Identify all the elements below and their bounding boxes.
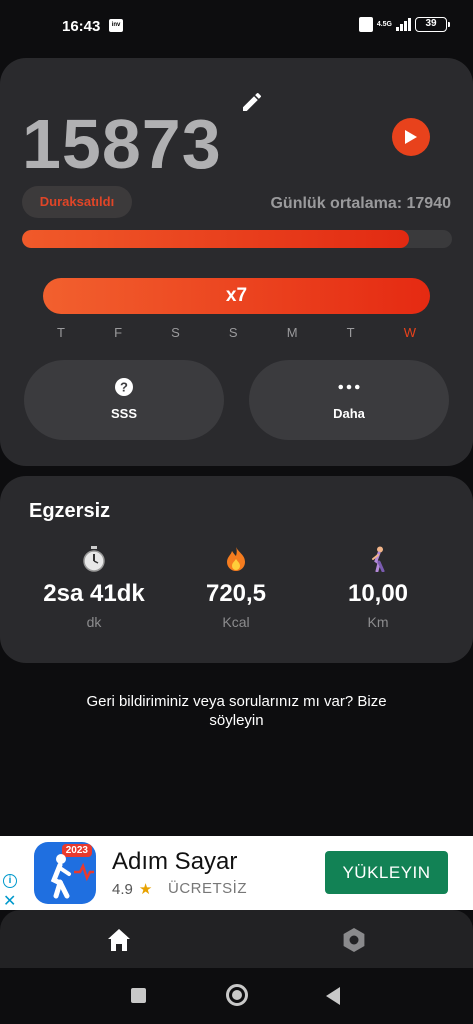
ad-app-icon[interactable]: 2023 (34, 842, 96, 904)
step-progress-fill (22, 230, 409, 248)
more-dots-icon (338, 376, 360, 398)
star-icon: ★ (138, 881, 153, 898)
exercise-title: Egzersiz (29, 500, 111, 522)
status-bar: 16:43 inv 4.5G 39 (0, 0, 473, 56)
ad-close-icon[interactable]: ✕ (3, 891, 16, 911)
walking-icon (308, 546, 448, 574)
fire-icon (166, 546, 306, 574)
metric-value: 2sa 41dk (43, 580, 145, 607)
more-button[interactable]: Daha (249, 360, 449, 440)
svg-text:?: ? (120, 380, 128, 395)
ad-banner[interactable]: i ✕ 2023 Adım Sayar 4.9 ★ ÜCRETSİZ YÜKLEY… (0, 836, 473, 910)
weekday-label: S (228, 325, 238, 340)
more-label: Daha (333, 406, 365, 421)
metric-duration: 2sa 41dk dk (24, 546, 164, 630)
settings-icon[interactable] (340, 926, 368, 954)
ad-app-name[interactable]: Adım Sayar (112, 848, 237, 876)
streak-bar: x7 (43, 278, 430, 314)
home-icon[interactable] (105, 926, 133, 954)
feedback-link[interactable]: Geri bildiriminiz veya sorularınız mı va… (60, 692, 413, 730)
notification-badge: inv (109, 19, 123, 32)
back-icon[interactable] (326, 987, 340, 1005)
system-nav-bar (0, 968, 473, 1024)
faq-label: SSS (110, 406, 137, 421)
status-icons: 4.5G 39 (358, 17, 450, 32)
weekday-row: TFSSMTW (43, 325, 430, 340)
metric-value: 10,00 (347, 580, 409, 607)
network-type: 4.5G (376, 21, 392, 28)
ad-install-button[interactable]: YÜKLEYIN (325, 851, 448, 894)
metric-unit: dk (86, 614, 102, 630)
volte-icon (358, 17, 373, 32)
system-home-icon[interactable] (226, 984, 248, 1006)
metric-unit: Km (367, 614, 389, 630)
weekday-label: M (286, 325, 298, 340)
daily-average: Günlük ortalama: 17940 (270, 195, 451, 212)
step-count: 15873 (22, 105, 222, 183)
ad-price: ÜCRETSİZ (168, 880, 247, 897)
recents-icon[interactable] (131, 988, 146, 1003)
metric-distance: 10,00 Km (308, 546, 448, 630)
weekday-label: T (57, 325, 65, 340)
battery-icon: 39 (415, 17, 450, 32)
faq-button[interactable]: ? SSS (24, 360, 224, 440)
ad-info-icon[interactable]: i (3, 874, 17, 888)
question-icon: ? (113, 376, 135, 398)
step-progress-bar (22, 230, 452, 248)
edit-icon[interactable] (240, 90, 264, 114)
metric-value: 720,5 (205, 580, 267, 607)
bottom-nav (0, 910, 473, 968)
metric-unit: Kcal (222, 614, 250, 630)
steps-card: 15873 Duraksatıldı Günlük ortalama: 1794… (0, 58, 473, 466)
play-button[interactable] (392, 118, 430, 156)
status-time: 16:43 (62, 18, 101, 35)
ad-rating: 4.9 ★ (112, 880, 158, 898)
metric-calories: 720,5 Kcal (166, 546, 306, 630)
weekday-label: T (346, 325, 355, 340)
paused-status-chip[interactable]: Duraksatıldı (22, 186, 132, 218)
weekday-label: S (171, 325, 180, 340)
signal-icon (396, 18, 411, 31)
weekday-label: F (114, 325, 123, 340)
play-icon (405, 130, 417, 144)
weekday-label: W (403, 325, 416, 340)
ad-rating-value: 4.9 (112, 881, 133, 898)
stopwatch-icon (24, 546, 164, 574)
exercise-card: Egzersiz 2sa 41dk dk 720,5 Kcal 10,00 Km (0, 476, 473, 663)
